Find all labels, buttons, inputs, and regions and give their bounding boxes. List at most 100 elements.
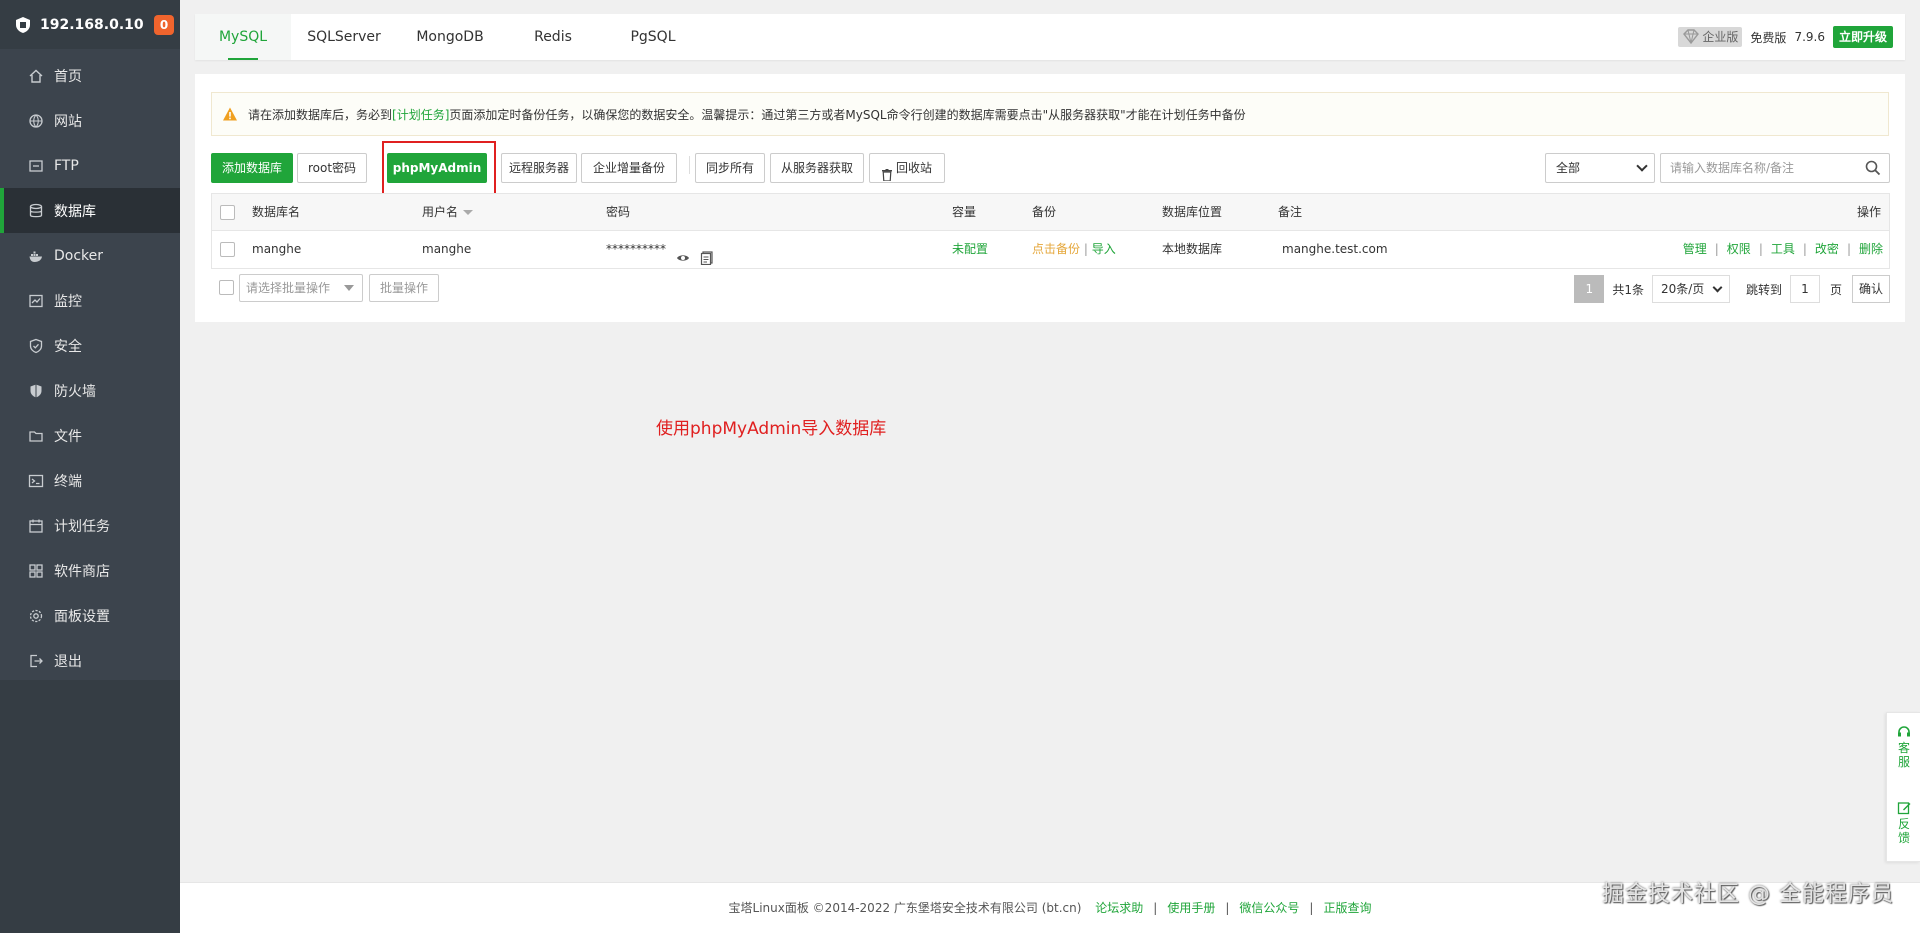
root-password-button[interactable]: root密码: [297, 153, 367, 183]
sidebar-item-12[interactable]: 面板设置: [0, 593, 180, 638]
import-link[interactable]: 导入: [1092, 242, 1116, 256]
tab-sqlserver[interactable]: SQLServer: [291, 14, 397, 60]
gear-icon: [28, 608, 44, 624]
tools-link[interactable]: 工具: [1771, 242, 1795, 256]
sidebar-item-13[interactable]: 退出: [0, 638, 180, 683]
bulk-action-button[interactable]: 批量操作: [369, 274, 439, 302]
db-capacity[interactable]: 未配置: [952, 231, 988, 268]
copyright: 宝塔Linux面板 ©2014-2022 广东堡塔安全技术有限公司 (bt.cn…: [728, 901, 1082, 915]
sidebar-item-0[interactable]: 首页: [0, 53, 180, 98]
table-footer: 请选择批量操作 批量操作 1 共1条 20条/页 跳转到 1 页 确认: [211, 274, 1890, 304]
edit-icon: [1897, 802, 1911, 815]
page-size-value: 20条/页: [1660, 282, 1705, 296]
cron-task-link[interactable]: [计划任务]: [392, 106, 449, 123]
server-host: 192.168.0.10: [40, 16, 144, 33]
logout-icon: [28, 653, 44, 669]
sidebar-item-label: Docker: [54, 247, 104, 264]
search-box: [1660, 153, 1890, 183]
sidebar-item-1[interactable]: 网站: [0, 98, 180, 143]
floating-help: 客服 反馈: [1886, 712, 1920, 862]
bt-logo-icon: [14, 16, 32, 34]
feedback-label: 反馈: [1897, 817, 1910, 845]
delete-link[interactable]: 删除: [1859, 242, 1883, 256]
home-icon: [28, 68, 44, 84]
sidebar-item-8[interactable]: 文件: [0, 413, 180, 458]
highlight-box: [382, 141, 496, 197]
jump-confirm-button[interactable]: 确认: [1852, 275, 1890, 303]
bulk-action-select[interactable]: 请选择批量操作: [239, 274, 363, 302]
tab-mysql[interactable]: MySQL: [195, 14, 291, 60]
edition-info: 企业版 免费版 7.9.6 立即升级: [1678, 26, 1893, 48]
sidebar-item-label: 网站: [54, 113, 82, 130]
select-all-checkbox[interactable]: [220, 205, 235, 220]
apps-icon: [28, 563, 44, 579]
enterprise-tag[interactable]: 企业版: [1678, 27, 1743, 47]
footer-divider: |: [1309, 901, 1314, 915]
page-size-select[interactable]: 20条/页: [1651, 275, 1730, 303]
header-user-label: 用户名: [422, 205, 459, 219]
annotation-note: 使用phpMyAdmin导入数据库: [656, 419, 887, 439]
sidebar-item-label: 防火墙: [54, 383, 96, 400]
ftp-icon: [28, 158, 44, 174]
header-name[interactable]: 数据库名: [252, 194, 300, 231]
license-check-link[interactable]: 正版查询: [1323, 901, 1371, 915]
search-input[interactable]: [1661, 154, 1851, 182]
warning-icon: [222, 106, 238, 122]
tab-mongodb[interactable]: MongoDB: [397, 14, 503, 60]
tab-redis[interactable]: Redis: [503, 14, 603, 60]
sidebar-item-3[interactable]: 数据库: [0, 188, 180, 233]
add-database-button[interactable]: 添加数据库: [211, 153, 293, 183]
chevron-down-icon: [1636, 160, 1648, 172]
sidebar-item-7[interactable]: 防火墙: [0, 368, 180, 413]
sidebar-nav: 首页网站 FTP 数据库 Docker 监控 安全防火墙文件终端计划任务软件商店 面板设置退…: [0, 53, 180, 683]
header-backup: 备份: [1032, 205, 1057, 219]
sidebar-item-11[interactable]: 软件商店: [0, 548, 180, 593]
wechat-link[interactable]: 微信公众号: [1239, 901, 1299, 915]
sidebar-item-2[interactable]: FTP: [0, 143, 180, 188]
db-remark[interactable]: manghe.test.com: [1282, 231, 1388, 268]
terminal-icon: [28, 473, 44, 489]
manage-link[interactable]: 管理: [1683, 242, 1707, 256]
search-icon[interactable]: [1865, 160, 1881, 176]
copy-icon[interactable]: [700, 243, 714, 265]
bulk-select-checkbox[interactable]: [219, 280, 234, 295]
sidebar-item-6[interactable]: 安全: [0, 323, 180, 368]
header-user[interactable]: 用户名: [422, 194, 474, 231]
forum-link[interactable]: 论坛求助: [1095, 901, 1143, 915]
page-current[interactable]: 1: [1574, 275, 1605, 303]
sidebar-item-9[interactable]: 终端: [0, 458, 180, 503]
customer-service-button[interactable]: 客服: [1887, 725, 1920, 769]
sort-desc-icon: [463, 210, 474, 215]
notification-badge[interactable]: 0: [154, 15, 174, 35]
upgrade-button[interactable]: 立即升级: [1832, 26, 1893, 48]
sidebar-item-label: 文件: [54, 428, 82, 445]
row-actions: 管理 | 权限 | 工具 | 改密 | 删除: [1682, 242, 1883, 256]
remote-server-button[interactable]: 远程服务器: [501, 153, 577, 183]
sidebar-item-label: 首页: [54, 68, 82, 85]
tab-pgsql[interactable]: PgSQL: [603, 14, 703, 60]
eye-icon[interactable]: [676, 243, 690, 261]
shield-icon: [28, 338, 44, 354]
sidebar-item-label: 退出: [54, 653, 82, 670]
manual-link[interactable]: 使用手册: [1167, 901, 1215, 915]
sidebar-item-4[interactable]: Docker: [0, 233, 180, 278]
enterprise-label: 企业版: [1702, 30, 1739, 44]
sidebar-item-5[interactable]: 监控: [0, 278, 180, 323]
sidebar-item-label: 计划任务: [54, 518, 110, 535]
change-password-link[interactable]: 改密: [1815, 242, 1839, 256]
backup-link[interactable]: 点击备份: [1032, 242, 1080, 256]
backup-divider: |: [1083, 242, 1088, 256]
fetch-from-server-button[interactable]: 从服务器获取: [770, 153, 864, 183]
db-location: 本地数据库: [1162, 242, 1223, 256]
header-location: 数据库位置: [1162, 205, 1223, 219]
sync-all-button[interactable]: 同步所有: [695, 153, 765, 183]
recycle-bin-button[interactable]: 回收站: [869, 153, 945, 183]
sidebar-item-label: FTP: [54, 157, 79, 174]
jump-page-input[interactable]: 1: [1789, 275, 1820, 303]
sidebar-item-10[interactable]: 计划任务: [0, 503, 180, 548]
permission-link[interactable]: 权限: [1727, 242, 1751, 256]
feedback-button[interactable]: 反馈: [1887, 801, 1920, 845]
row-checkbox[interactable]: [220, 242, 235, 257]
filter-select[interactable]: 全部: [1545, 153, 1655, 183]
incremental-backup-button[interactable]: 企业增量备份: [581, 153, 677, 183]
